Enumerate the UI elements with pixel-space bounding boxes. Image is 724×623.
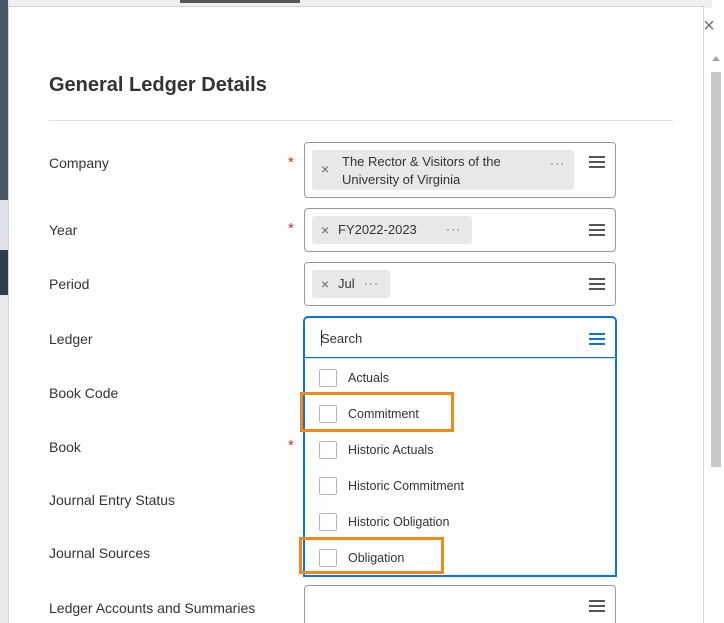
prompt-list-icon[interactable] [589, 333, 605, 345]
ledger-option-label: Historic Commitment [348, 479, 464, 493]
remove-x-icon[interactable]: × [321, 222, 329, 238]
company-field[interactable]: × The Rector & Visitors of the Universit… [304, 142, 616, 198]
period-field[interactable]: × Jul ··· [304, 262, 616, 306]
ledger-accounts-field[interactable] [304, 585, 616, 623]
required-asterisk: * [288, 437, 294, 454]
checkbox[interactable] [319, 369, 337, 387]
dialog-scrollbar[interactable] [710, 48, 722, 623]
prompt-list-icon[interactable] [589, 278, 605, 290]
ledger-option-label: Actuals [348, 371, 389, 385]
close-icon[interactable]: × [700, 16, 718, 36]
scrollbar-thumb[interactable] [711, 72, 721, 467]
title-divider [49, 120, 673, 121]
ellipsis-icon[interactable]: ··· [550, 156, 565, 170]
journal-entry-status-label: Journal Entry Status [49, 492, 176, 508]
background-panel [0, 0, 8, 200]
screen: × General Ledger Details Company * × The… [0, 0, 724, 623]
year-label: Year [49, 222, 78, 238]
ledger-accounts-label: Ledger Accounts and Summaries [49, 600, 256, 616]
checkbox[interactable] [319, 477, 337, 495]
ledger-option-label: Historic Actuals [348, 443, 434, 457]
ledger-option[interactable]: Historic Obligation [305, 505, 615, 541]
ledger-label: Ledger [49, 331, 93, 347]
background-panel [0, 200, 8, 250]
ledger-option-label: Historic Obligation [348, 515, 450, 529]
required-asterisk: * [288, 220, 294, 237]
year-field[interactable]: × FY2022-2023 ··· [304, 208, 616, 252]
ellipsis-icon[interactable]: ··· [364, 276, 379, 290]
period-chip-text: Jul [338, 276, 355, 291]
prompt-list-icon[interactable] [589, 224, 605, 236]
ledger-option[interactable]: Historic Commitment [305, 469, 615, 505]
year-chip[interactable]: × FY2022-2023 ··· [312, 216, 472, 244]
ledger-search-input[interactable]: Search [304, 317, 616, 359]
scroll-up-arrow-icon[interactable] [712, 56, 720, 61]
ledger-search-placeholder: Search [321, 331, 363, 346]
prompt-list-icon[interactable] [589, 156, 605, 168]
journal-sources-label: Journal Sources [49, 545, 151, 561]
year-chip-text: FY2022-2023 [338, 222, 417, 237]
remove-x-icon[interactable]: × [321, 276, 329, 292]
company-chip-text-line1: The Rector & Visitors of the [342, 154, 501, 169]
obligation-highlight-box [299, 537, 444, 574]
ellipsis-icon[interactable]: ··· [446, 222, 461, 236]
period-chip[interactable]: × Jul ··· [312, 270, 390, 298]
book-label: Book [49, 439, 81, 455]
ledger-option[interactable]: Historic Actuals [305, 433, 615, 469]
background-panel [0, 250, 8, 295]
dialog-title: General Ledger Details [49, 74, 267, 96]
remove-x-icon[interactable]: × [321, 161, 329, 177]
required-asterisk: * [288, 154, 294, 171]
checkbox[interactable] [319, 441, 337, 459]
company-chip[interactable]: × The Rector & Visitors of the Universit… [312, 150, 574, 190]
background-bar [180, 0, 300, 3]
period-label: Period [49, 276, 90, 292]
book-code-label: Book Code [49, 385, 119, 401]
company-chip-text-line2: University of Virginia [342, 172, 461, 187]
commitment-highlight-box [300, 392, 454, 432]
prompt-list-icon[interactable] [589, 600, 605, 612]
company-label: Company [49, 155, 109, 171]
checkbox[interactable] [319, 513, 337, 531]
